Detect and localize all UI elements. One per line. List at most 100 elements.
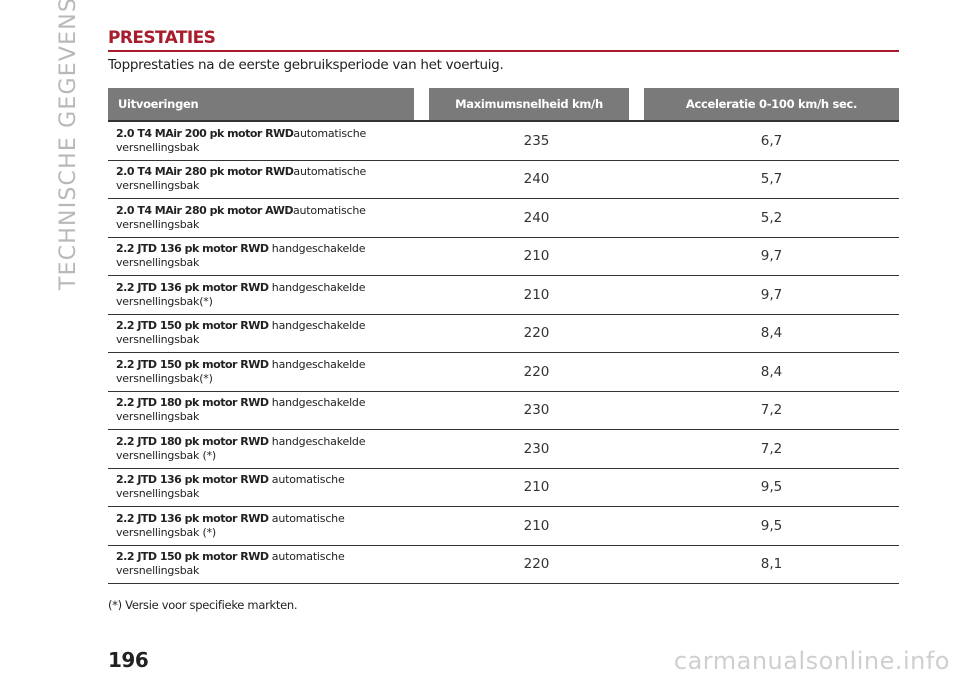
transmission-type: automatische	[268, 550, 345, 564]
version-cell: 2.2 JTD 180 pk motor RWD handgeschakelde…	[108, 435, 429, 463]
version-cell: 2.2 JTD 150 pk motor RWD handgeschakelde…	[108, 319, 429, 347]
side-section-title: TECHNISCHE GEGEVENS	[56, 0, 81, 290]
version-line: 2.2 JTD 150 pk motor RWD handgeschakelde	[116, 358, 429, 372]
max-speed-cell: 240	[523, 209, 550, 226]
table-row: 2.2 JTD 136 pk motor RWD handgeschakelde…	[108, 276, 899, 315]
engine-model: 2.2 JTD 150 pk motor RWD	[116, 550, 269, 564]
engine-model: 2.0 T4 MAir 280 pk motor RWD	[116, 165, 294, 179]
watermark: carmanualsonline.info	[673, 647, 950, 675]
version-line: 2.2 JTD 136 pk motor RWD automatische	[116, 473, 429, 487]
transmission-label: versnellingsbak	[116, 410, 200, 424]
header-max-speed: Maximumsnelheid km/h	[429, 88, 629, 120]
max-speed-cell: 220	[523, 556, 550, 573]
version-cell: 2.2 JTD 150 pk motor RWD handgeschakelde…	[108, 358, 429, 386]
engine-model: 2.0 T4 MAir 280 pk motor AWD	[116, 203, 293, 217]
max-speed-cell: 240	[523, 171, 550, 188]
max-speed-cell: 235	[523, 132, 550, 149]
transmission-label: versnellingsbak	[116, 217, 200, 231]
title-divider	[108, 50, 899, 52]
table-row: 2.0 T4 MAir 200 pk motor RWDautomatische…	[108, 122, 899, 161]
version-cell: 2.2 JTD 136 pk motor RWD handgeschakelde…	[108, 242, 429, 270]
transmission-label: versnellingsbak	[116, 179, 200, 193]
transmission-label: versnellingsbak(*)	[116, 371, 213, 385]
acceleration-cell: 8,4	[760, 363, 783, 380]
table-row: 2.2 JTD 150 pk motor RWD handgeschakelde…	[108, 353, 899, 392]
acceleration-cell: 5,7	[760, 171, 783, 188]
table-row: 2.0 T4 MAir 280 pk motor RWDautomatische…	[108, 161, 899, 199]
transmission-type: handgeschakelde	[268, 434, 366, 448]
engine-model: 2.2 JTD 180 pk motor RWD	[116, 396, 269, 410]
max-speed-cell: 210	[523, 479, 550, 496]
transmission-type: handgeschakelde	[268, 319, 366, 333]
max-speed-cell: 230	[523, 440, 550, 457]
table-row: 2.2 JTD 180 pk motor RWD handgeschakelde…	[108, 392, 899, 430]
version-cell: 2.0 T4 MAir 280 pk motor AWDautomatische…	[108, 204, 429, 232]
header-versions: Uitvoeringen	[108, 88, 414, 120]
version-line: 2.0 T4 MAir 280 pk motor AWDautomatische	[116, 204, 429, 218]
version-cell: 2.0 T4 MAir 200 pk motor RWDautomatische…	[108, 127, 429, 155]
acceleration-cell: 9,7	[760, 286, 783, 303]
version-cell: 2.2 JTD 150 pk motor RWD automatische ver…	[108, 550, 429, 578]
version-cell: 2.2 JTD 136 pk motor RWD automatische ver…	[108, 473, 429, 501]
table-row: 2.2 JTD 136 pk motor RWD handgeschakelde…	[108, 238, 899, 276]
transmission-type: automatische	[268, 473, 345, 487]
transmission-label: versnellingsbak (*)	[116, 525, 216, 539]
engine-model: 2.2 JTD 136 pk motor RWD	[116, 511, 269, 525]
transmission-type: automatische	[293, 165, 367, 179]
acceleration-cell: 9,5	[760, 479, 783, 496]
transmission-label: versnellingsbak	[116, 256, 200, 270]
transmission-label: versnellingsbak	[116, 487, 200, 501]
acceleration-cell: 5,2	[760, 209, 783, 226]
section-subtitle: Topprestaties na de eerste gebruiksperio…	[108, 57, 504, 73]
footnote: (*) Versie voor specifieke markten.	[108, 598, 298, 612]
max-speed-cell: 230	[523, 402, 550, 419]
acceleration-cell: 8,1	[760, 556, 783, 573]
acceleration-cell: 7,2	[760, 440, 783, 457]
engine-model: 2.2 JTD 150 pk motor RWD	[116, 319, 269, 333]
table-row: 2.0 T4 MAir 280 pk motor AWDautomatische…	[108, 199, 899, 238]
table-row: 2.2 JTD 136 pk motor RWD automatische ver…	[108, 507, 899, 546]
table-row: 2.2 JTD 150 pk motor RWD automatische ver…	[108, 546, 899, 584]
transmission-type: automatische	[293, 126, 367, 140]
engine-model: 2.2 JTD 180 pk motor RWD	[116, 434, 269, 448]
engine-model: 2.2 JTD 150 pk motor RWD	[116, 357, 269, 371]
transmission-type: handgeschakelde	[268, 242, 366, 256]
engine-model: 2.2 JTD 136 pk motor RWD	[116, 242, 269, 256]
acceleration-cell: 8,4	[760, 325, 783, 342]
version-cell: 2.0 T4 MAir 280 pk motor RWDautomatische…	[108, 165, 429, 193]
page-number: 196	[108, 648, 149, 672]
table-row: 2.2 JTD 136 pk motor RWD automatische ver…	[108, 469, 899, 507]
table-header: Uitvoeringen Maximumsnelheid km/h Accele…	[108, 88, 899, 120]
acceleration-cell: 7,2	[760, 402, 783, 419]
transmission-type: handgeschakelde	[268, 280, 366, 294]
version-line: 2.0 T4 MAir 280 pk motor RWDautomatische	[116, 165, 429, 179]
table-row: 2.2 JTD 150 pk motor RWD handgeschakelde…	[108, 315, 899, 353]
table-row: 2.2 JTD 180 pk motor RWD handgeschakelde…	[108, 430, 899, 469]
transmission-type: handgeschakelde	[268, 357, 366, 371]
max-speed-cell: 210	[523, 517, 550, 534]
version-line: 2.0 T4 MAir 200 pk motor RWDautomatische	[116, 127, 429, 141]
transmission-type: automatische	[268, 511, 345, 525]
version-line: 2.2 JTD 180 pk motor RWD handgeschakelde	[116, 396, 429, 410]
acceleration-cell: 6,7	[760, 132, 783, 149]
version-line: 2.2 JTD 180 pk motor RWD handgeschakelde	[116, 435, 429, 449]
acceleration-cell: 9,7	[760, 248, 783, 265]
transmission-label: versnellingsbak	[116, 333, 200, 347]
engine-model: 2.2 JTD 136 pk motor RWD	[116, 280, 269, 294]
version-line: 2.2 JTD 150 pk motor RWD handgeschakelde	[116, 319, 429, 333]
section-title: PRESTATIES	[108, 28, 216, 48]
transmission-label: versnellingsbak (*)	[116, 448, 216, 462]
transmission-type: handgeschakelde	[268, 396, 366, 410]
max-speed-cell: 220	[523, 363, 550, 380]
table-body: 2.0 T4 MAir 200 pk motor RWDautomatische…	[108, 122, 899, 584]
engine-model: 2.2 JTD 136 pk motor RWD	[116, 473, 269, 487]
page-header: PRESTATIES Topprestaties na de eerste ge…	[108, 28, 899, 73]
header-acceleration: Acceleratie 0-100 km/h sec.	[644, 88, 899, 120]
version-line: 2.2 JTD 136 pk motor RWD handgeschakelde	[116, 242, 429, 256]
version-cell: 2.2 JTD 136 pk motor RWD handgeschakelde…	[108, 281, 429, 309]
version-cell: 2.2 JTD 180 pk motor RWD handgeschakelde…	[108, 396, 429, 424]
max-speed-cell: 220	[523, 325, 550, 342]
max-speed-cell: 210	[523, 286, 550, 303]
max-speed-cell: 210	[523, 248, 550, 265]
transmission-label: versnellingsbak(*)	[116, 294, 213, 308]
